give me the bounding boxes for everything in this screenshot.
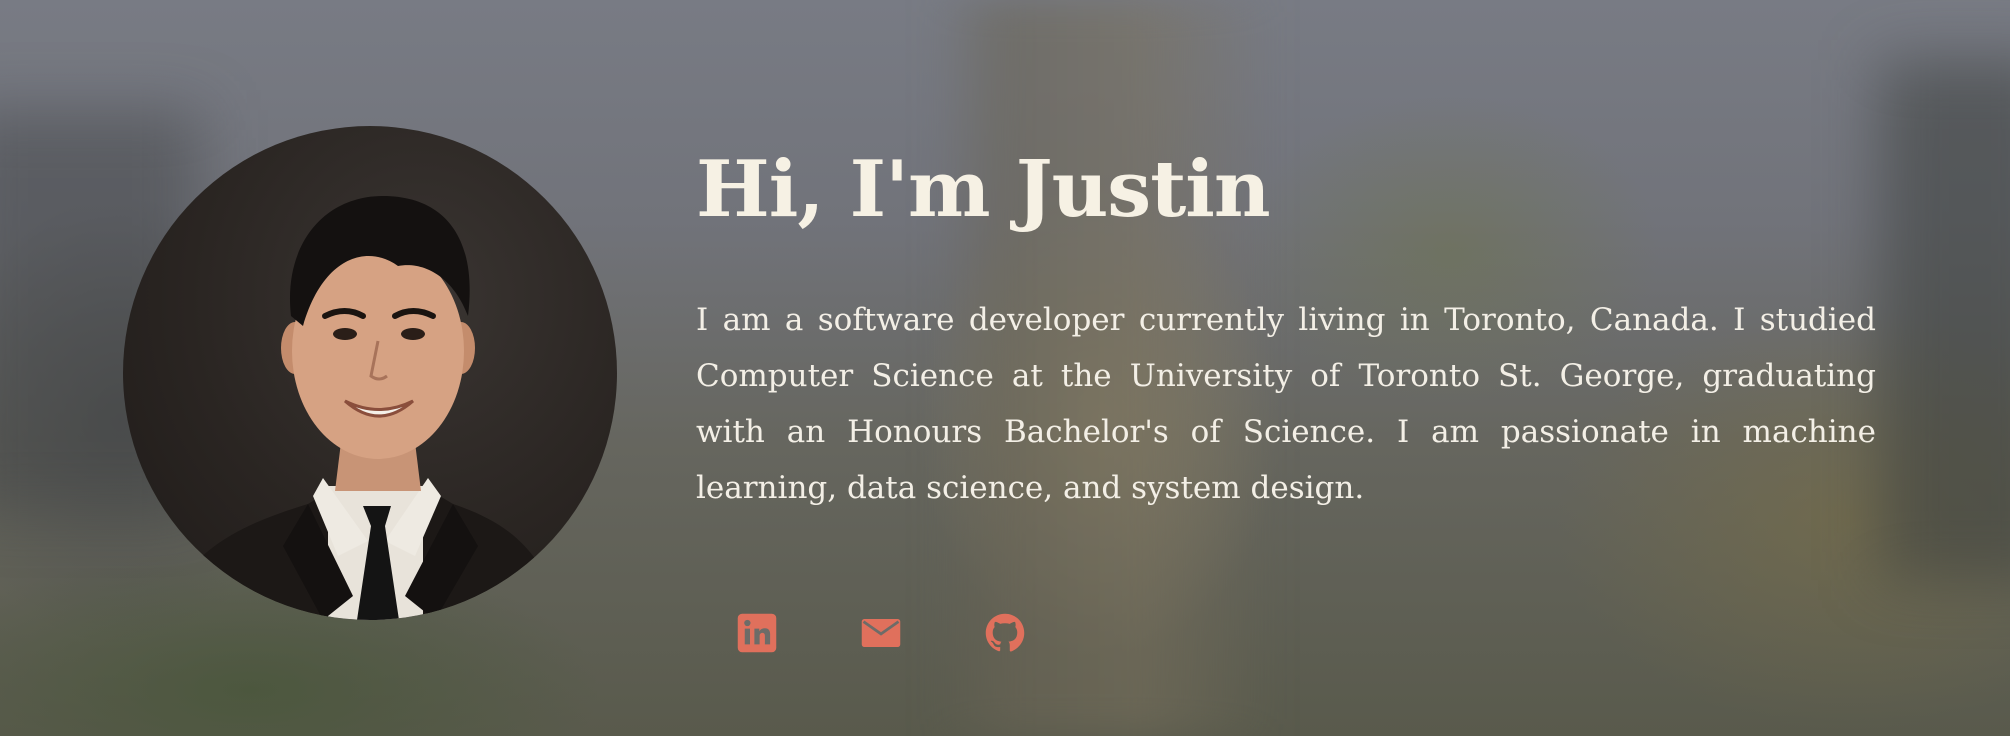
portrait-illustration [163,196,563,620]
bio-paragraph: I am a software developer currently livi… [696,302,1876,506]
hero-section: Hi, I'm Justin I am a software developer… [0,0,2010,736]
linkedin-link[interactable] [736,612,778,654]
github-icon [985,613,1025,652]
email-link[interactable] [860,612,902,654]
intro-content: Hi, I'm Justin I am a software developer… [696,140,1876,516]
github-link[interactable] [984,612,1026,654]
background-trees-right [1880,60,2010,580]
linkedin-icon [737,613,777,653]
social-links [736,612,1026,654]
mail-icon [861,619,901,647]
page-title: Hi, I'm Justin [696,144,1271,235]
profile-photo [123,126,617,620]
